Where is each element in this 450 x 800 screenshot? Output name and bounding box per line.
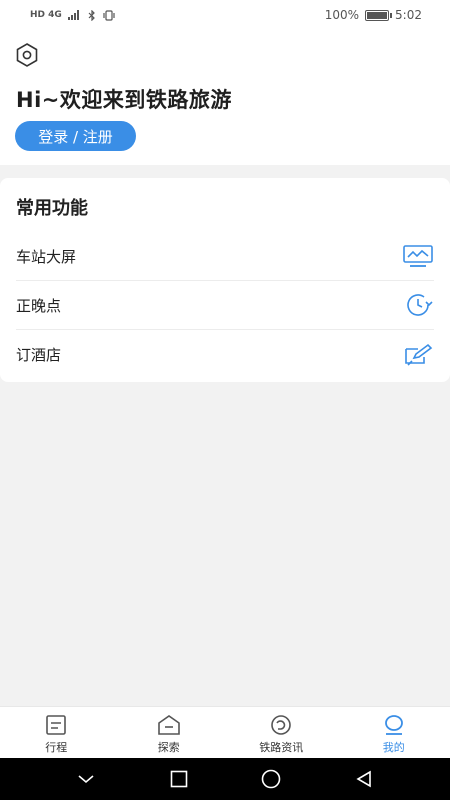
status-bar: HD 4G 100% 5:02 xyxy=(0,0,450,30)
edit-pen-icon xyxy=(405,343,433,366)
nav-tab-news[interactable]: 铁路资讯 xyxy=(225,707,338,758)
nav-label: 行程 xyxy=(45,741,68,754)
func-item-label: 车站大屏 xyxy=(16,247,77,266)
func-item-station-screen[interactable]: 车站大屏 xyxy=(16,232,434,281)
login-register-button[interactable]: 登录 / 注册 xyxy=(15,121,136,151)
greeting-title: Hi~欢迎来到铁路旅游 xyxy=(16,88,232,112)
nav-tab-profile[interactable]: 我的 xyxy=(338,707,450,758)
settings-button[interactable] xyxy=(14,42,40,68)
itinerary-icon xyxy=(46,715,67,735)
nav-label: 探索 xyxy=(157,741,180,754)
signal-icon xyxy=(67,10,79,20)
hide-keyboard-button[interactable] xyxy=(74,767,98,791)
system-nav-bar xyxy=(0,758,450,800)
bottom-nav: 行程 探索 铁路资讯 我的 xyxy=(0,706,450,758)
explore-icon xyxy=(157,715,180,735)
triangle-back-icon xyxy=(356,770,371,788)
battery-fill xyxy=(367,11,388,19)
func-item-label: 正晚点 xyxy=(16,296,62,315)
news-icon xyxy=(271,715,292,735)
common-functions-card: 常用功能 车站大屏 正晚点 订酒店 xyxy=(0,178,450,382)
profile-icon xyxy=(384,715,403,735)
battery-icon xyxy=(365,9,393,21)
vibrate-icon xyxy=(103,9,115,21)
nav-label: 我的 xyxy=(382,741,405,754)
network-indicator: HD 4G xyxy=(30,10,62,20)
home-button[interactable] xyxy=(259,767,283,791)
circle-icon xyxy=(261,769,281,789)
func-item-hotel[interactable]: 订酒店 xyxy=(16,330,434,379)
bluetooth-icon xyxy=(88,9,95,21)
status-left-icons: HD 4G xyxy=(30,9,116,21)
func-item-punctuality[interactable]: 正晚点 xyxy=(16,281,434,330)
clock-refresh-icon xyxy=(407,294,433,316)
square-icon xyxy=(170,770,188,788)
nav-tab-itinerary[interactable]: 行程 xyxy=(0,707,113,758)
hexagon-gear-icon xyxy=(16,43,38,67)
profile-header: Hi~欢迎来到铁路旅游 登录 / 注册 xyxy=(0,30,450,165)
recent-apps-button[interactable] xyxy=(167,767,191,791)
back-button[interactable] xyxy=(352,767,376,791)
clock: 5:02 xyxy=(395,8,422,22)
status-right: 100% 5:02 xyxy=(325,8,422,22)
station-screen-icon xyxy=(403,245,433,267)
func-item-label: 订酒店 xyxy=(16,346,62,364)
battery-percent: 100% xyxy=(324,8,360,22)
section-title: 常用功能 xyxy=(16,198,88,219)
nav-tab-explore[interactable]: 探索 xyxy=(113,707,226,758)
chevron-down-icon xyxy=(78,775,94,784)
nav-label: 铁路资讯 xyxy=(259,741,304,754)
